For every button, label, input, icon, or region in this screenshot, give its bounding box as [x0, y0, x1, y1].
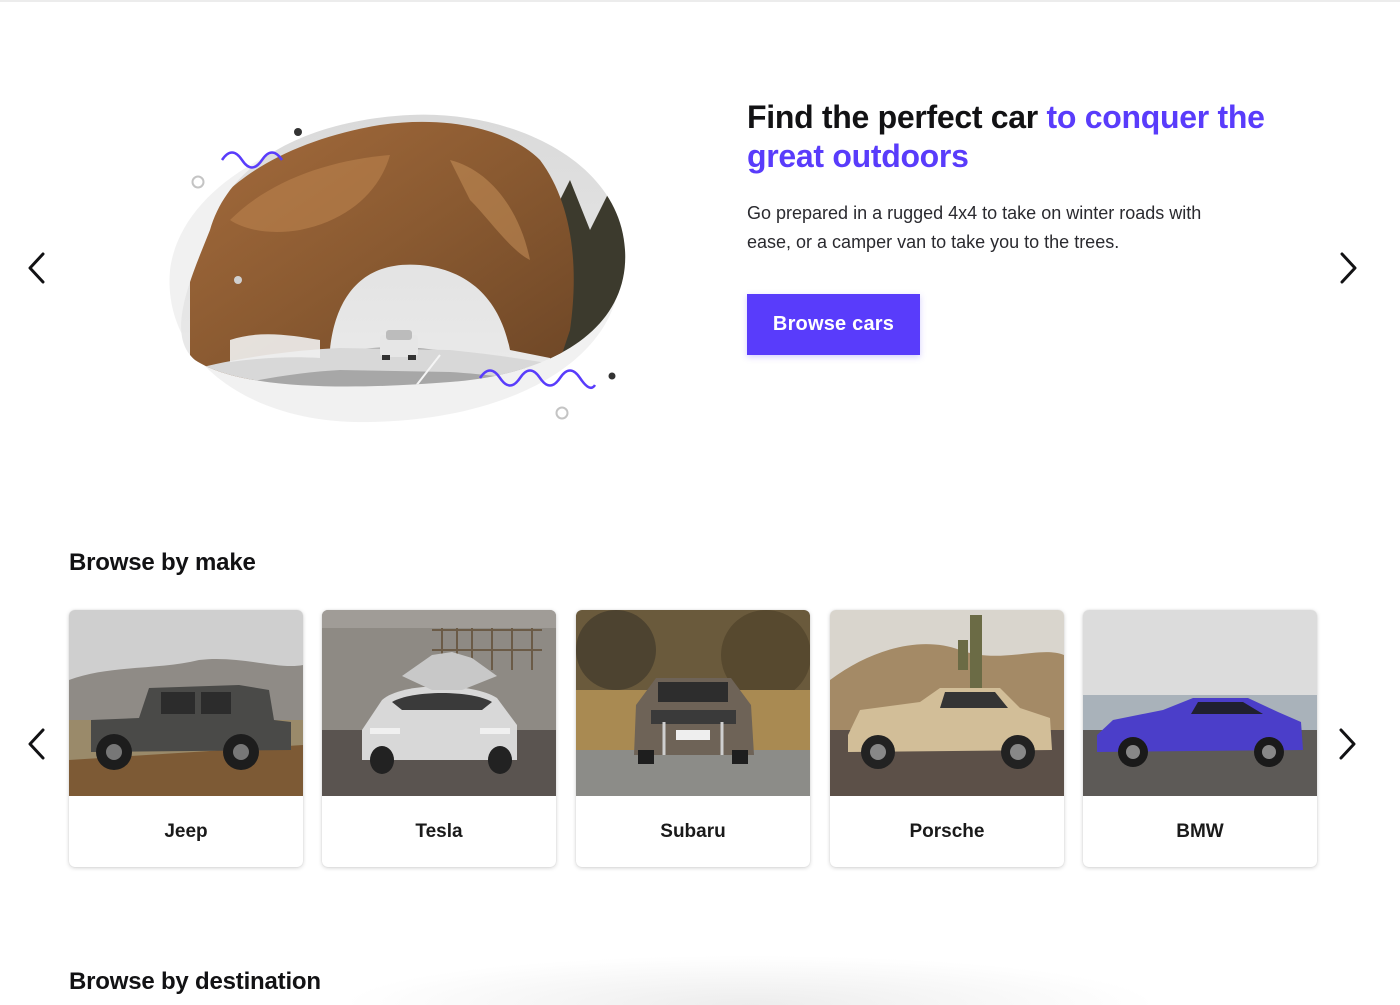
make-card-tesla[interactable]: Tesla: [322, 610, 556, 867]
browse-cars-button[interactable]: Browse cars: [747, 294, 920, 355]
chevron-right-icon: [1340, 252, 1357, 284]
chevron-left-icon: [28, 252, 45, 284]
make-card-porsche[interactable]: Porsche: [830, 610, 1064, 867]
make-card-bmw[interactable]: BMW: [1083, 610, 1317, 867]
hero-illustration: [150, 100, 650, 440]
destination-preview-fade: [340, 955, 1160, 1005]
porsche-photo: [830, 610, 1064, 796]
page: Find the perfect car to conquer the grea…: [0, 0, 1400, 1005]
hero-subtitle: Go prepared in a rugged 4x4 to take on w…: [747, 203, 1202, 252]
subaru-photo: [576, 610, 810, 796]
make-label: Tesla: [415, 820, 463, 842]
chevron-left-icon: [28, 728, 45, 760]
make-label: BMW: [1176, 820, 1224, 842]
make-label: Subaru: [660, 820, 726, 842]
chevron-right-icon: [1339, 728, 1356, 760]
make-label: Jeep: [164, 820, 208, 842]
hero-next-button[interactable]: [1330, 246, 1366, 290]
make-prev-button[interactable]: [19, 722, 55, 766]
top-divider: [0, 0, 1400, 2]
make-card-subaru[interactable]: Subaru: [576, 610, 810, 867]
hero-title-main: Find the perfect car: [747, 99, 1047, 135]
make-card-jeep[interactable]: Jeep: [69, 610, 303, 867]
jeep-photo: [69, 610, 303, 796]
make-next-button[interactable]: [1329, 722, 1365, 766]
bmw-photo: [1083, 610, 1317, 796]
browse-by-make-title: Browse by make: [69, 549, 256, 576]
hero-copy: Find the perfect car to conquer the grea…: [747, 98, 1267, 257]
hero-prev-button[interactable]: [19, 246, 55, 290]
make-label: Porsche: [909, 820, 985, 842]
browse-by-destination-title: Browse by destination: [69, 968, 321, 995]
hero-title: Find the perfect car to conquer the grea…: [747, 98, 1267, 176]
tesla-photo: [322, 610, 556, 796]
